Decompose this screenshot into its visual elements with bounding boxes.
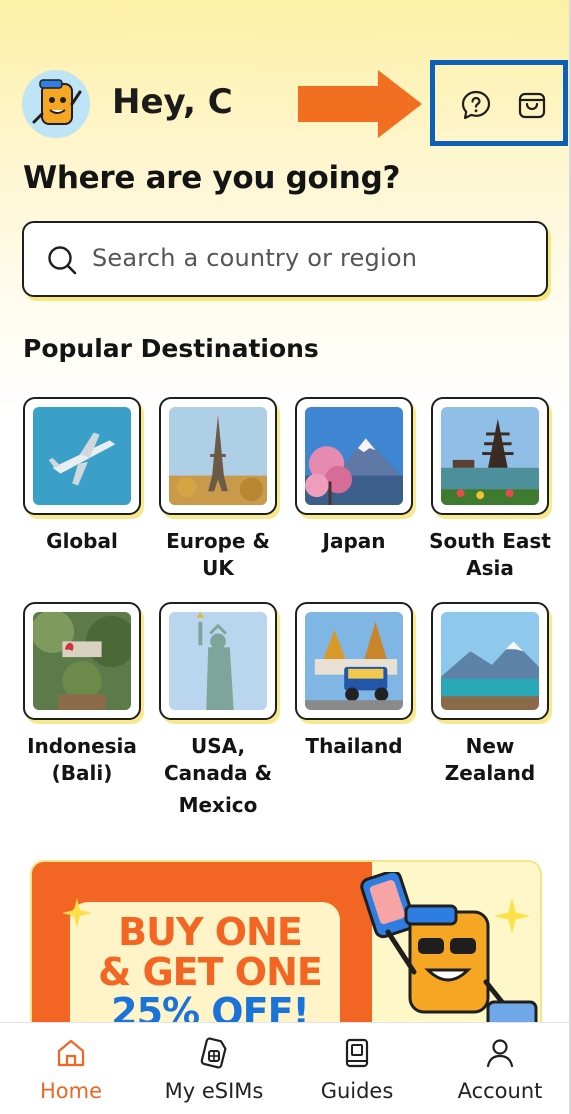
eiffel-tower-image [169,407,267,505]
destination-card[interactable] [23,397,141,515]
destination-new-zealand[interactable]: New Zealand [431,602,549,787]
tuk-tuk-image [305,612,403,710]
promo-line-1: BUY ONE [118,910,303,954]
destination-indonesia-bali[interactable]: Indonesia (Bali) [23,602,141,787]
destination-card[interactable] [159,397,277,515]
shopping-bag-icon[interactable] [516,89,548,121]
destination-label: Canada & [163,761,273,785]
destination-card[interactable] [431,602,549,720]
destination-thailand[interactable]: Thailand [295,602,413,760]
destination-label: Thailand [305,734,403,758]
mountain-lake-image [441,612,539,710]
destination-label: Global [46,529,118,553]
home-icon [57,1039,85,1067]
destination-usa-canada-mexico[interactable]: USA, Canada & Mexico [159,602,277,819]
destination-label: Mexico [178,793,258,817]
destination-japan[interactable]: Japan [295,397,413,555]
destination-label: Asia [466,556,514,580]
mascot-icon [32,79,82,125]
destination-label: Europe & [166,529,270,553]
airplane-image [33,407,131,505]
bottom-navigation: Home My eSIMs Guides Account [0,1022,571,1114]
search-placeholder: Search a country or region [92,244,418,272]
nav-home[interactable]: Home [0,1023,142,1114]
home-screen: Hey, C Where are you going? Search a cou… [0,0,571,1114]
destination-label: USA, [190,734,246,758]
nav-guides[interactable]: Guides [286,1023,428,1114]
nav-label-home: Home [39,1079,102,1103]
temple-image [441,407,539,505]
account-icon [486,1039,514,1068]
destination-label: Indonesia [27,734,137,758]
destination-label: Zealand [444,761,536,785]
search-input[interactable]: Search a country or region [22,221,548,297]
destination-card[interactable] [431,397,549,515]
destination-card[interactable] [295,397,413,515]
esim-icon [200,1037,227,1069]
destination-card[interactable] [23,602,141,720]
nav-label-guides: Guides [320,1079,394,1103]
nav-account[interactable]: Account [429,1023,571,1114]
destination-label: UK [202,556,234,580]
destination-card[interactable] [295,602,413,720]
help-chat-icon[interactable] [460,89,492,121]
promo-line-2: & GET ONE [98,950,323,994]
destination-card[interactable] [159,602,277,720]
nav-my-esims[interactable]: My eSIMs [143,1023,285,1114]
greeting-text: Hey, C [112,82,233,122]
nav-label-my-esims: My eSIMs [164,1079,264,1103]
destination-global[interactable]: Global [23,397,141,555]
guide-book-icon [345,1038,369,1068]
page-title: Where are you going? [23,160,401,196]
bali-jungle-image [33,612,131,710]
section-title: Popular Destinations [23,334,319,363]
destination-label: Japan [322,529,386,553]
annotation-arrow-icon [298,70,422,138]
avatar[interactable] [22,70,90,138]
destination-europe-uk[interactable]: Europe & UK [159,397,277,582]
search-icon [48,246,77,275]
destination-label: (Bali) [51,761,113,785]
destination-south-east-asia[interactable]: South East Asia [429,397,551,582]
mount-fuji-image [305,407,403,505]
destination-label: South East [429,529,551,553]
nav-label-account: Account [457,1079,543,1103]
statue-of-liberty-image [169,612,267,710]
destination-label: New [465,734,515,758]
